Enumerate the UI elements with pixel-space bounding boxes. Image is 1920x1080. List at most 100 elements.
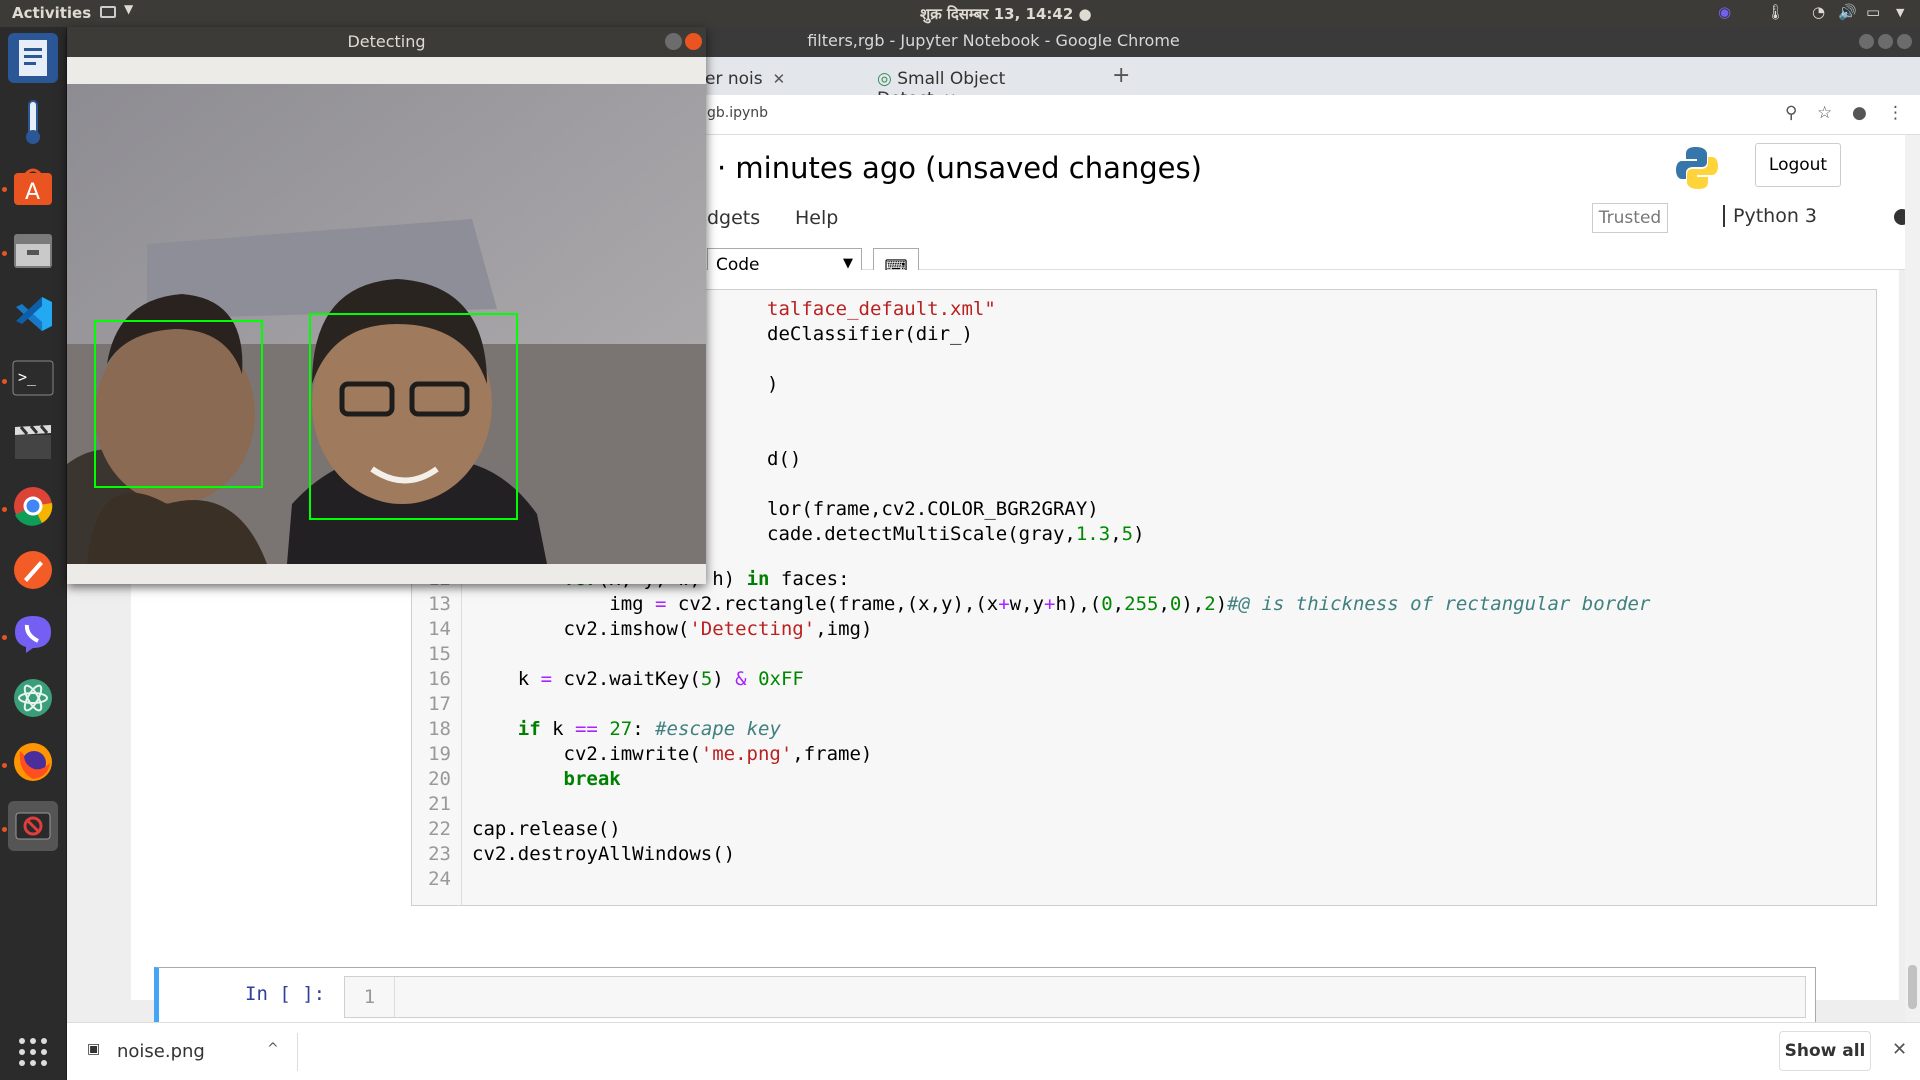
empty-code-cell[interactable]: In [ ]: 1 (154, 967, 1816, 1027)
line-number: 15 (428, 643, 451, 665)
divider (297, 1033, 298, 1071)
battery-icon[interactable]: ▭ (1866, 3, 1880, 21)
input-prompt: In [ ]: (245, 983, 326, 1005)
empty-cell-editor[interactable]: 1 (344, 976, 1806, 1018)
code-line: break (563, 768, 621, 790)
show-all-button[interactable]: Show all (1779, 1031, 1871, 1071)
viber-tray-icon[interactable]: ◉ (1718, 3, 1731, 21)
code-line: img = cv2.rectangle(frame,(x,y),(x+w,y+h… (472, 593, 1651, 615)
app-grid-icon[interactable] (8, 1027, 58, 1077)
line-number: 21 (428, 793, 451, 815)
menu-widgets[interactable]: dgets (707, 207, 760, 229)
kernel-name[interactable]: Python 3 (1723, 205, 1817, 227)
line-number: 23 (428, 843, 451, 865)
close-tab-icon[interactable]: ✕ (773, 70, 786, 88)
downloads-bar: ▣ noise.png ^ Show all ✕ (67, 1022, 1920, 1080)
code-line: ) (767, 373, 779, 395)
svg-text:>_: >_ (18, 368, 37, 386)
logout-button[interactable]: Logout (1755, 143, 1841, 187)
line-number: 20 (428, 768, 451, 790)
system-menu-chevron-icon[interactable]: ▼ (1896, 6, 1904, 19)
firefox-icon[interactable] (8, 737, 58, 787)
code-line: cade.detectMultiScale(gray,1.3,5) (767, 523, 1145, 545)
line-number: 18 (428, 718, 451, 740)
files-icon[interactable] (8, 225, 58, 275)
docs-icon[interactable] (8, 33, 58, 83)
code-line: talface_default.xml" (767, 298, 996, 320)
dock: A >_ (0, 27, 67, 1080)
tab-small-object[interactable]: ◎ Small Object Detect✕ (867, 61, 1087, 109)
zoom-icon[interactable]: ⚲ (1785, 103, 1797, 123)
line-number: 1 (345, 977, 395, 1017)
svg-text:A: A (25, 180, 40, 205)
running-indicator (2, 827, 7, 832)
running-indicator (2, 251, 7, 256)
activities-button[interactable]: Activities (12, 4, 91, 22)
maximize-icon[interactable] (1878, 34, 1893, 49)
window-controls (662, 33, 702, 54)
wifi-icon[interactable]: ◔ (1812, 3, 1825, 21)
terminal-icon[interactable]: >_ (8, 353, 58, 403)
trusted-badge[interactable]: Trusted (1592, 203, 1668, 233)
profile-avatar-icon[interactable]: ● (1852, 103, 1867, 123)
code-line: d() (767, 448, 802, 470)
close-icon[interactable] (1897, 34, 1912, 49)
thermometer-icon[interactable] (8, 97, 58, 147)
tab-label: er nois (705, 69, 763, 89)
code-line: cv2.imshow('Detecting',img) (472, 618, 873, 640)
vscode-icon[interactable] (8, 289, 58, 339)
scrollbar-thumb[interactable] (1908, 965, 1917, 1009)
window-toolbar (67, 57, 706, 84)
detecting-window: Detecting (67, 27, 706, 584)
video-editor-icon[interactable] (8, 417, 58, 467)
menu-help[interactable]: Help (795, 207, 838, 229)
blocked-app-icon[interactable] (8, 801, 58, 851)
webcam-image (67, 84, 706, 564)
notebook-title[interactable]: · minutes ago (unsaved changes) (717, 151, 1202, 185)
clock[interactable]: शुक्र दिसम्बर 13, 14:42 ● (920, 4, 1092, 24)
code-line: cap.release() (472, 818, 621, 840)
window-controls (1855, 34, 1912, 53)
chevron-up-icon[interactable]: ^ (267, 1041, 279, 1057)
chrome-menu-icon[interactable]: ⋮ (1887, 103, 1904, 123)
code-line: deClassifier(dir_) (767, 323, 973, 345)
running-indicator (2, 379, 7, 384)
line-number: 24 (428, 868, 451, 890)
running-indicator (2, 635, 7, 640)
tab-noise[interactable]: er nois ✕ (695, 61, 865, 95)
thermometer-tray-icon[interactable]: 🌡 (1766, 3, 1785, 21)
line-number: 16 (428, 668, 451, 690)
url-text[interactable]: gb.ipynb (707, 105, 768, 121)
line-number: 14 (428, 618, 451, 640)
bookmark-star-icon[interactable]: ☆ (1817, 103, 1832, 123)
code-line: cv2.destroyAllWindows() (472, 843, 736, 865)
line-number: 22 (428, 818, 451, 840)
viber-icon[interactable] (8, 609, 58, 659)
line-number: 17 (428, 693, 451, 715)
chevron-down-icon[interactable]: ▼ (124, 2, 133, 16)
volume-icon[interactable]: 🔊 (1838, 3, 1857, 21)
detecting-title: Detecting (347, 32, 426, 51)
chevron-down-icon: ▼ (843, 256, 853, 271)
close-icon[interactable] (685, 33, 702, 50)
file-icon: ▣ (87, 1041, 101, 1057)
code-line: if k == 27: #escape key (517, 718, 781, 740)
chrome-icon[interactable] (8, 481, 58, 531)
running-indicator (2, 763, 7, 768)
python-logo-icon (1675, 145, 1719, 195)
webcam-frame (67, 84, 706, 564)
code-line: cv2.imwrite('me.png',frame) (472, 743, 873, 765)
software-center-icon[interactable]: A (8, 161, 58, 211)
page-scrollbar[interactable] (1905, 135, 1920, 1079)
new-tab-button[interactable]: + (1112, 63, 1130, 88)
atom-icon[interactable] (8, 673, 58, 723)
running-indicator (2, 507, 7, 512)
line-number: 13 (428, 593, 451, 615)
minimize-icon[interactable] (665, 33, 682, 50)
download-filename[interactable]: noise.png (117, 1041, 205, 1062)
minimize-icon[interactable] (1859, 34, 1874, 49)
keyboard-layout-icon[interactable] (100, 6, 116, 18)
window-statusbar (67, 564, 706, 584)
close-icon[interactable]: ✕ (1892, 1039, 1907, 1060)
pen-icon[interactable] (8, 545, 58, 595)
